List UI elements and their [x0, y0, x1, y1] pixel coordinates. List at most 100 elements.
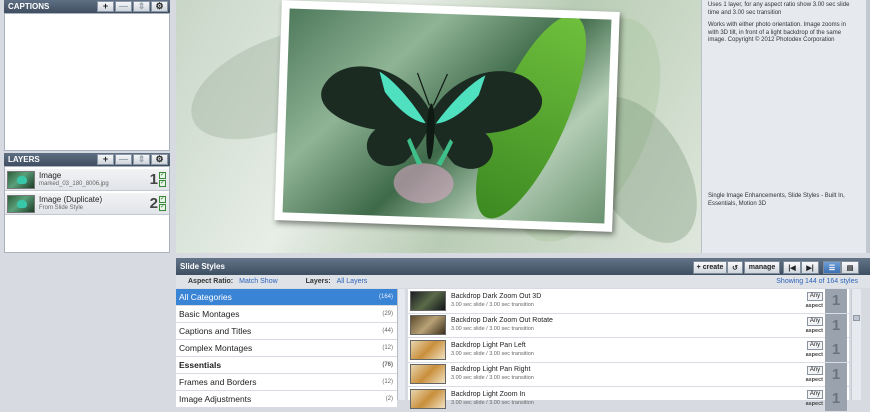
layer-count: 1 [825, 289, 847, 313]
aspect-label: aspect [805, 327, 823, 334]
last-page-button[interactable]: ▶| [801, 261, 819, 274]
layer-count: 1 [825, 362, 847, 387]
style-name: Backdrop Dark Zoom Out 3D [451, 292, 542, 300]
aspect-badge: Any [807, 292, 823, 301]
category-item[interactable]: Essentials (76) [176, 357, 397, 374]
style-tags: Single Image Enhancements, Slide Styles … [708, 193, 845, 207]
layer-name: Image (Duplicate) [39, 194, 103, 204]
layer-enabled-checkbox[interactable]: ✓ [159, 204, 166, 211]
aspect-badge: Any [807, 316, 823, 326]
style-info-panel: Uses 1 layer, for any aspect ratio show … [701, 0, 866, 253]
style-timing: 3.00 sec slide / 3.00 sec transition [451, 326, 534, 333]
style-row[interactable]: Backdrop Light Zoom In 3.00 sec slide / 3… [408, 387, 849, 412]
category-list: All Categories (164) Basic Montages (29) C… [176, 289, 398, 408]
layers-panel-header: LAYERS + — ⇕ ⚙ [4, 153, 170, 166]
layer-row[interactable]: Image (Duplicate) From Slide Style 2 ✓ ✓ [5, 193, 169, 215]
styles-list: Backdrop Dark Zoom Out 3D 3.00 sec slide … [408, 289, 849, 412]
layer-name: Image [39, 170, 62, 180]
style-timing: 3.00 sec slide / 3.00 sec transition [451, 399, 534, 406]
layer-thumbnail [7, 170, 35, 189]
aspect-ratio-link[interactable]: Match Show [239, 278, 278, 285]
style-row[interactable]: Backdrop Light Pan Left 3.00 sec slide / … [408, 338, 849, 363]
detail-view-button[interactable]: ▤ [841, 261, 859, 274]
manage-styles-button[interactable]: manage [744, 261, 780, 274]
aspect-badge: Any [807, 390, 823, 399]
create-style-button[interactable]: + create [693, 261, 727, 274]
category-item[interactable]: Basic Montages (29) [176, 306, 397, 323]
layer-count: 1 [825, 313, 847, 338]
skip-back-icon: |◀ [788, 264, 796, 272]
left-panel-fill [0, 253, 176, 400]
style-row[interactable]: Backdrop Light Pan Right 3.00 sec slide /… [408, 362, 849, 387]
layer-count: 1 [825, 338, 847, 362]
framed-photo [274, 0, 620, 232]
refresh-icon: ↺ [732, 264, 738, 272]
list-view-button[interactable]: ☰ [823, 261, 841, 274]
aspect-label: aspect [805, 376, 823, 383]
style-name: Backdrop Light Zoom In [451, 390, 526, 398]
layers-filter-label: Layers: [305, 278, 331, 285]
skip-forward-icon: ▶| [806, 264, 814, 272]
grid-view-icon: ▤ [846, 264, 854, 272]
category-item[interactable]: Frames and Borders (12) [176, 374, 397, 391]
captions-panel-header: CAPTIONS + — ⇕ ⚙ [4, 0, 170, 13]
category-item[interactable]: Complex Montages (12) [176, 340, 397, 357]
layer-count: 1 [825, 387, 847, 411]
layers-panel-title: LAYERS [8, 155, 40, 164]
style-works-with: Works with either photo orientation. Ima… [708, 22, 846, 43]
category-scrollbar[interactable] [398, 289, 405, 400]
style-thumbnail [410, 290, 446, 311]
butterfly-image [321, 66, 542, 169]
showing-count: Showing 144 of 164 styles [776, 278, 858, 285]
style-timing: 3.00 sec slide / 3.00 sec transition [451, 350, 534, 357]
style-filter-bar: Aspect Ratio: Match Show Layers: All Lay… [176, 275, 870, 288]
right-edge-scrollbar[interactable] [866, 0, 870, 253]
style-thumbnail [410, 364, 446, 385]
layers-filter-link[interactable]: All Layers [337, 278, 368, 285]
layer-visible-checkbox[interactable]: ✓ [159, 196, 166, 203]
caption-settings-button[interactable]: ⚙ [151, 1, 168, 12]
style-timing: 3.00 sec slide / 3.00 sec transition [451, 301, 534, 308]
scrollbar-thumb[interactable] [853, 315, 860, 321]
captions-panel-title: CAPTIONS [8, 2, 50, 11]
layer-thumbnail [7, 194, 35, 213]
layer-source: From Slide Style [39, 204, 84, 211]
add-layer-button[interactable]: + [97, 154, 114, 165]
slide-preview[interactable] [176, 0, 701, 253]
layer-settings-button[interactable]: ⚙ [151, 154, 168, 165]
list-view-icon: ☰ [828, 264, 836, 272]
first-page-button[interactable]: |◀ [783, 261, 801, 274]
style-row[interactable]: Backdrop Dark Zoom Out Rotate 3.00 sec sl… [408, 313, 849, 338]
reorder-layer-button[interactable]: ⇕ [133, 154, 150, 165]
style-description: Uses 1 layer, for any aspect ratio show … [708, 2, 850, 16]
slide-styles-title: Slide Styles [180, 262, 225, 271]
refresh-button[interactable]: ↺ [727, 261, 743, 274]
style-thumbnail [410, 339, 446, 360]
style-name: Backdrop Dark Zoom Out Rotate [451, 317, 553, 325]
remove-layer-button[interactable]: — [115, 154, 132, 165]
aspect-badge: Any [807, 341, 823, 350]
style-thumbnail [410, 315, 446, 336]
reorder-caption-button[interactable]: ⇕ [133, 1, 150, 12]
category-item[interactable]: Captions and Titles (44) [176, 323, 397, 340]
style-row[interactable]: Backdrop Dark Zoom Out 3D 3.00 sec slide … [408, 289, 849, 314]
layer-number: 1 [149, 171, 158, 188]
plus-icon: + [696, 264, 701, 271]
style-name: Backdrop Light Pan Right [451, 366, 531, 374]
style-timing: 3.00 sec slide / 3.00 sec transition [451, 375, 534, 382]
style-name: Backdrop Light Pan Left [451, 341, 526, 349]
layer-visible-checkbox[interactable]: ✓ [159, 172, 166, 179]
style-thumbnail [410, 388, 446, 409]
aspect-label: aspect [805, 352, 823, 358]
aspect-label: aspect [805, 401, 823, 407]
add-caption-button[interactable]: + [97, 1, 114, 12]
aspect-ratio-label: Aspect Ratio: [188, 278, 234, 285]
captions-list[interactable] [4, 13, 170, 151]
category-item[interactable]: All Categories (164) [176, 289, 397, 306]
styles-scrollbar[interactable] [851, 289, 861, 400]
layer-enabled-checkbox[interactable]: ✓ [159, 180, 166, 187]
layer-row[interactable]: Image marked_03_180_8006.jpg 1 ✓ ✓ [5, 169, 169, 191]
layer-number: 2 [149, 195, 158, 212]
remove-caption-button[interactable]: — [115, 1, 132, 12]
aspect-badge: Any [807, 365, 823, 375]
